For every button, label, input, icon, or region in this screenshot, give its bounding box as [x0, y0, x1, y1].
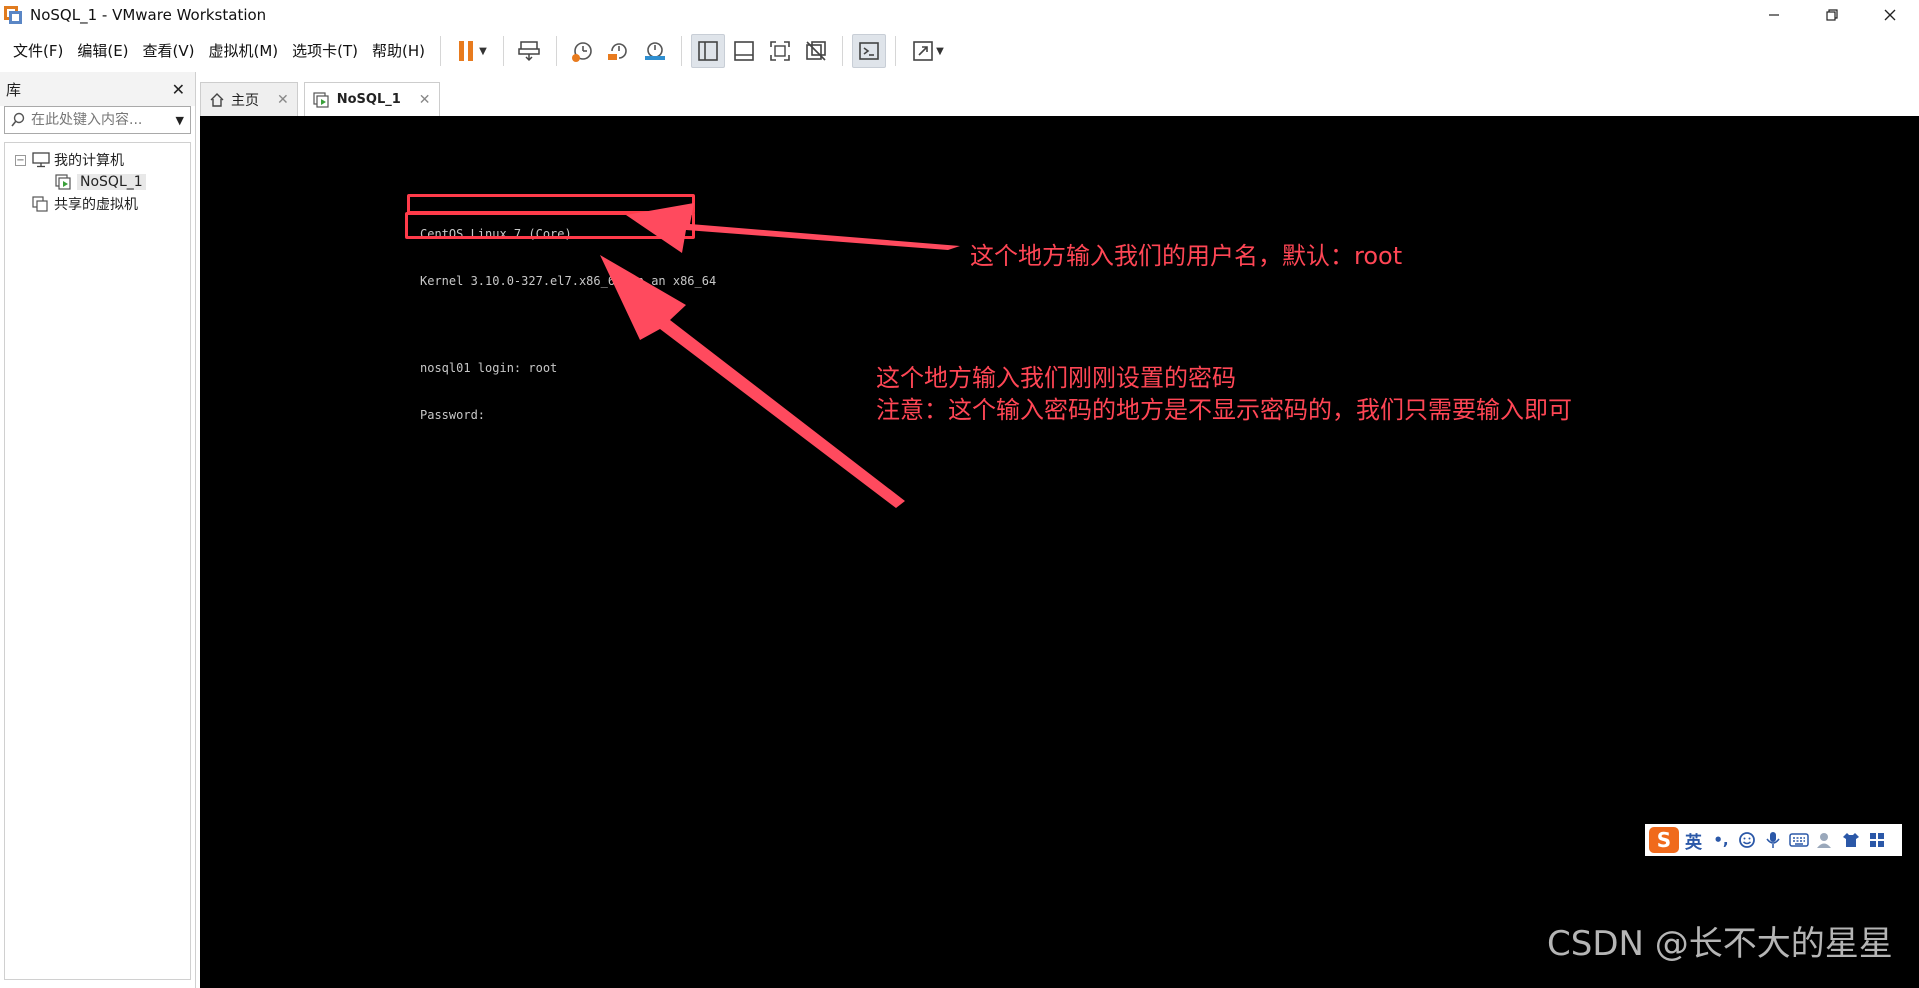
shared-vm-icon	[32, 196, 50, 212]
unity-icon	[806, 41, 826, 61]
tree-item-my-computer[interactable]: − 我的计算机	[5, 149, 190, 171]
username-note: 这个地方输入我们的用户名，默认：root	[970, 242, 1403, 270]
computer-icon	[32, 152, 50, 168]
csdn-watermark: CSDN @长不大的星星	[1547, 924, 1893, 964]
keyboard-icon[interactable]	[1789, 830, 1809, 850]
user-icon[interactable]	[1815, 830, 1835, 850]
snapshot-manager-icon	[645, 42, 666, 60]
tree-item-shared-vms[interactable]: 共享的虚拟机	[5, 193, 190, 215]
menu-tabs[interactable]: 选项卡(T)	[285, 30, 365, 72]
tab-label: NoSQL_1	[336, 92, 401, 107]
console-view-button[interactable]	[852, 34, 887, 68]
chevron-down-icon: ▼	[479, 45, 487, 57]
minimize-button[interactable]	[1745, 0, 1803, 30]
emoji-icon[interactable]	[1737, 830, 1757, 850]
send-ctrl-alt-del-icon	[518, 41, 540, 62]
chevron-down-icon: ▼	[936, 45, 944, 57]
window-controls	[1745, 0, 1919, 30]
tab-close-icon[interactable]: ✕	[277, 92, 289, 108]
toolbar-separator	[556, 36, 558, 66]
snapshot-manager-button[interactable]	[638, 34, 672, 68]
tab-close-icon[interactable]: ✕	[419, 92, 431, 108]
ime-mode-label[interactable]: 英	[1685, 828, 1702, 853]
menu-view[interactable]: 查看(V)	[136, 30, 202, 72]
menu-vm[interactable]: 虚拟机(M)	[202, 30, 286, 72]
library-search-input[interactable]	[31, 112, 161, 128]
library-panel: 库 ✕ ▼ − 我的计算机 NoSQL_1 共享的虚拟机	[0, 72, 196, 988]
toolbar-separator	[681, 36, 683, 66]
microphone-icon[interactable]	[1763, 830, 1783, 850]
search-icon	[5, 112, 31, 128]
search-dropdown-icon[interactable]: ▼	[176, 114, 184, 127]
close-icon	[1884, 9, 1896, 21]
thumbnail-view-button[interactable]	[727, 34, 761, 68]
minimize-icon	[1769, 14, 1779, 16]
stretch-button[interactable]: ▼	[905, 34, 951, 68]
password-arrow	[600, 255, 905, 508]
password-note-line-2: 注意：这个输入密码的地方是不显示密码的，我们只需要输入即可	[876, 396, 1572, 424]
unity-button[interactable]	[799, 34, 833, 68]
vmware-logo-icon	[4, 6, 22, 24]
tree-item-label: 我的计算机	[54, 153, 124, 169]
toolbox-grid-icon[interactable]	[1867, 830, 1887, 850]
password-note-line-1: 这个地方输入我们刚刚设置的密码	[876, 364, 1236, 392]
home-icon	[209, 92, 225, 108]
username-arrow	[626, 203, 960, 253]
menu-bar: 文件(F) 编辑(E) 查看(V) 虚拟机(M) 选项卡(T) 帮助(H) ▼ …	[0, 30, 1919, 72]
library-title: 库	[6, 80, 22, 99]
snapshot-button[interactable]	[566, 34, 600, 68]
revert-snapshot-icon	[608, 43, 627, 60]
console-view-icon	[859, 42, 879, 60]
window-title: NoSQL_1 - VMware Workstation	[30, 6, 267, 24]
library-close-button[interactable]: ✕	[172, 80, 185, 99]
sogou-logo-icon: S	[1649, 827, 1679, 853]
pause-icon	[459, 41, 474, 61]
close-button[interactable]	[1861, 0, 1919, 30]
tab-bar: 主页 ✕ NoSQL_1 ✕	[200, 80, 1919, 116]
fullscreen-icon	[770, 41, 790, 61]
toolbar-separator	[842, 36, 844, 66]
menu-edit[interactable]: 编辑(E)	[70, 30, 135, 72]
restore-button[interactable]	[1803, 0, 1861, 30]
stretch-icon	[913, 41, 933, 61]
ime-punctuation[interactable]: •,	[1711, 830, 1731, 850]
vm-running-icon	[55, 174, 73, 190]
toolbar-separator	[503, 36, 505, 66]
ime-toolbar[interactable]: S 英 •,	[1645, 824, 1902, 856]
send-ctrl-alt-del-button[interactable]	[513, 34, 547, 68]
thumbnail-view-icon	[734, 41, 754, 61]
library-header: 库 ✕	[0, 72, 195, 106]
library-tree: − 我的计算机 NoSQL_1 共享的虚拟机	[4, 142, 191, 980]
tree-item-vm[interactable]: NoSQL_1	[5, 171, 190, 193]
pause-button[interactable]: ▼	[450, 34, 494, 68]
library-view-button[interactable]	[691, 34, 726, 68]
title-bar: NoSQL_1 - VMware Workstation	[0, 0, 1919, 30]
collapse-toggle-icon[interactable]: −	[15, 154, 26, 166]
tree-item-label: NoSQL_1	[77, 174, 146, 190]
library-view-icon	[698, 41, 718, 61]
toolbar-separator	[895, 36, 897, 66]
vm-running-icon	[313, 91, 331, 108]
tree-item-label: 共享的虚拟机	[54, 197, 138, 213]
menu-file[interactable]: 文件(F)	[6, 30, 70, 72]
tab-nosql-1[interactable]: NoSQL_1 ✕	[303, 82, 440, 116]
tab-label: 主页	[231, 92, 259, 109]
tab-home[interactable]: 主页 ✕	[200, 82, 298, 116]
fullscreen-button[interactable]	[763, 34, 797, 68]
toolbar-separator	[440, 36, 442, 66]
library-search: ▼	[4, 106, 191, 134]
skin-shirt-icon[interactable]	[1841, 830, 1861, 850]
revert-snapshot-button[interactable]	[602, 34, 636, 68]
snapshot-icon	[572, 42, 592, 62]
restore-icon	[1826, 9, 1838, 21]
menu-help[interactable]: 帮助(H)	[365, 30, 432, 72]
vm-console[interactable]: CentOS Linux 7 (Core) Kernel 3.10.0-327.…	[200, 116, 1919, 988]
